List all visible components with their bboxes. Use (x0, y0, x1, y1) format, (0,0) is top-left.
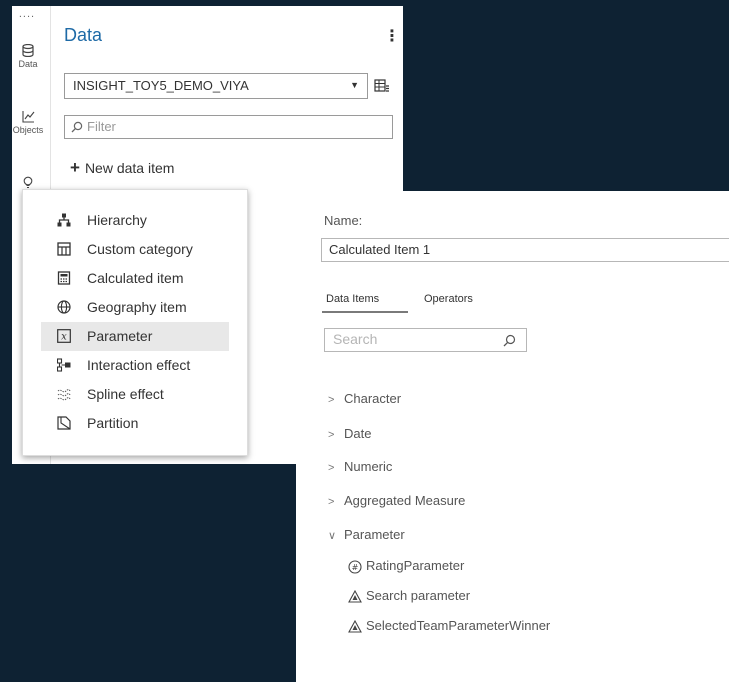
search-input[interactable]: Search (324, 328, 527, 352)
menu-item-label: Calculated item (87, 270, 184, 286)
tree-node-aggregated-measure[interactable]: > Aggregated Measure (328, 493, 465, 508)
chevron-right-icon: > (328, 462, 335, 474)
name-label: Name: (324, 213, 363, 228)
character-parameter-icon (348, 619, 362, 633)
menu-item-custom-category[interactable]: Custom category (41, 235, 229, 264)
grip-icon[interactable]: .... (12, 8, 42, 20)
parameter-item[interactable]: # RatingParameter (344, 558, 464, 574)
tree-node-date[interactable]: > Date (328, 426, 371, 441)
new-data-item-menu: Hierarchy Custom category Calculated ite… (22, 189, 248, 456)
tree-node-label: Date (344, 426, 372, 441)
pane-title: Data (64, 25, 103, 45)
line-chart-icon (21, 111, 34, 123)
menu-item-label: Custom category (87, 241, 193, 257)
chevron-right-icon: > (328, 429, 335, 441)
rail-item-label: Data (18, 59, 38, 69)
svg-text:#: # (352, 563, 359, 572)
menu-item-partition[interactable]: Partition (41, 409, 229, 438)
hierarchy-icon (57, 213, 71, 227)
menu-item-spline-effect[interactable]: Spline effect (41, 380, 229, 409)
custom-category-icon (57, 242, 71, 256)
spline-icon (57, 389, 71, 401)
parameter-item[interactable]: SelectedTeamParameterWinner (344, 618, 550, 634)
interaction-icon (57, 358, 71, 372)
rail-item-label: Objects (12, 125, 44, 135)
tree-node-label: Character (344, 391, 402, 406)
numeric-parameter-icon: # (348, 560, 362, 574)
data-source-select[interactable]: INSIGHT_TOY5_DEMO_VIYA ▼ (64, 73, 368, 99)
lightbulb-icon (23, 176, 33, 189)
search-icon (503, 334, 516, 347)
search-icon (71, 121, 83, 133)
search-placeholder: Search (333, 331, 378, 347)
parameter-icon: x (57, 329, 71, 343)
globe-icon (57, 300, 71, 314)
new-data-item-label: New data item (84, 160, 175, 176)
tree-node-label: Numeric (344, 459, 393, 474)
rail-item-objects[interactable]: Objects (12, 110, 50, 135)
tree-node-numeric[interactable]: > Numeric (328, 459, 392, 474)
svg-text:x: x (61, 332, 67, 343)
menu-item-label: Parameter (87, 328, 153, 344)
menu-item-label: Geography item (87, 299, 187, 315)
kebab-icon[interactable]: ⋮ (384, 26, 400, 46)
menu-item-hierarchy[interactable]: Hierarchy (41, 206, 229, 235)
calculator-icon (57, 271, 71, 285)
parameter-item[interactable]: Search parameter (344, 588, 470, 604)
tree-node-character[interactable]: > Character (328, 391, 401, 406)
menu-item-label: Interaction effect (87, 357, 191, 373)
database-icon (22, 44, 34, 57)
character-parameter-icon (348, 589, 362, 603)
partition-icon (57, 416, 71, 430)
menu-item-label: Partition (87, 415, 139, 431)
chevron-right-icon: > (328, 496, 335, 508)
chevron-down-icon: ∨ (328, 530, 337, 542)
name-input[interactable]: Calculated Item 1 (321, 238, 729, 262)
rail-item-data[interactable]: Data (12, 44, 50, 69)
new-data-item-button[interactable]: + New data item (70, 158, 174, 178)
menu-item-label: Hierarchy (87, 212, 147, 228)
active-tab-indicator (322, 311, 408, 313)
tab-data-items[interactable]: Data Items (326, 293, 379, 305)
menu-item-geography-item[interactable]: Geography item (41, 293, 229, 322)
plus-icon: + (70, 158, 80, 177)
tree-node-parameter[interactable]: ∨ Parameter (328, 527, 405, 542)
menu-item-calculated-item[interactable]: Calculated item (41, 264, 229, 293)
menu-item-label: Spline effect (87, 386, 164, 402)
data-source-value: INSIGHT_TOY5_DEMO_VIYA (73, 78, 249, 93)
filter-input[interactable]: Filter (64, 115, 393, 139)
parameter-label: SelectedTeamParameterWinner (366, 618, 551, 633)
tree-node-label: Aggregated Measure (344, 493, 466, 508)
chevron-right-icon: > (328, 394, 335, 406)
calculated-item-editor: Name: Calculated Item 1 Data Items Opera… (296, 191, 729, 682)
parameter-label: RatingParameter (366, 558, 465, 573)
caret-down-icon: ▼ (350, 80, 359, 90)
parameter-label: Search parameter (366, 588, 471, 603)
tab-operators[interactable]: Operators (424, 293, 473, 305)
menu-item-interaction-effect[interactable]: Interaction effect (41, 351, 229, 380)
tree-node-label: Parameter (344, 527, 405, 542)
menu-item-parameter[interactable]: x Parameter (41, 322, 229, 351)
table-details-icon[interactable] (374, 78, 390, 94)
filter-placeholder: Filter (87, 119, 116, 134)
